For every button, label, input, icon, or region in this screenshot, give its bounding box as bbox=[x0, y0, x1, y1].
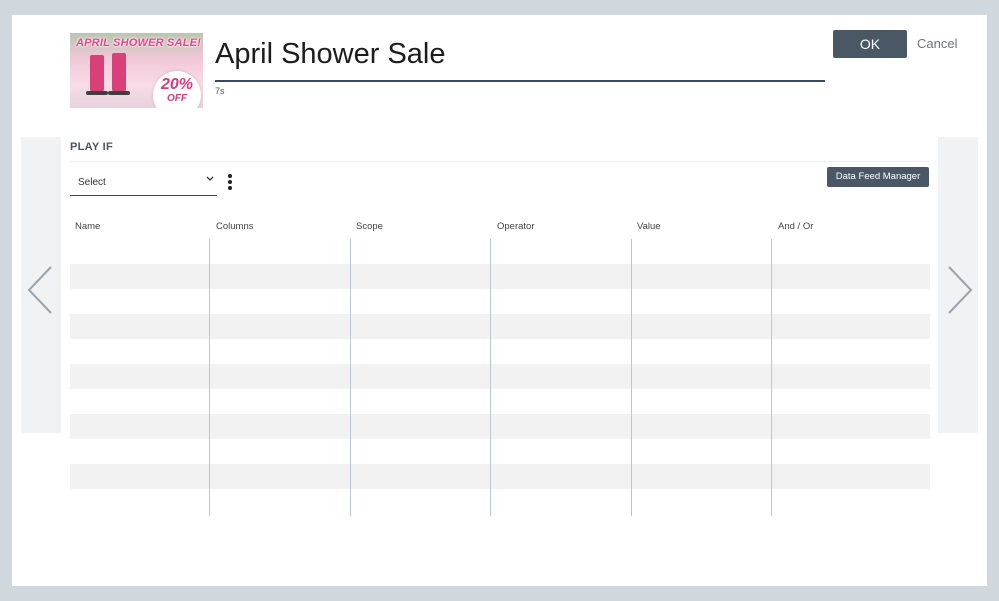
table-row bbox=[70, 339, 930, 364]
discount-badge: 20% OFF bbox=[153, 71, 201, 108]
kebab-menu-icon[interactable] bbox=[225, 174, 235, 190]
condition-select[interactable]: Select bbox=[70, 171, 217, 196]
select-value: Select bbox=[78, 177, 106, 188]
table-row bbox=[70, 364, 930, 389]
column-header-and-or: And / Or bbox=[778, 221, 814, 232]
table-row bbox=[70, 264, 930, 289]
table-row bbox=[70, 464, 930, 489]
divider bbox=[70, 161, 930, 162]
ok-button[interactable]: OK bbox=[833, 30, 907, 58]
column-divider bbox=[490, 239, 491, 516]
chevron-down-icon bbox=[206, 176, 214, 181]
campaign-thumbnail: APRIL SHOWER SALE! 20% OFF bbox=[70, 33, 203, 108]
column-header-name: Name bbox=[75, 221, 101, 232]
play-if-heading: PLAY IF bbox=[70, 141, 114, 153]
column-divider bbox=[631, 239, 632, 516]
column-header-columns: Columns bbox=[216, 221, 254, 232]
data-feed-manager-button[interactable]: Data Feed Manager bbox=[827, 167, 929, 187]
column-divider bbox=[209, 239, 210, 516]
discount-percent: 20% bbox=[160, 76, 194, 93]
cancel-button[interactable]: Cancel bbox=[917, 36, 957, 51]
column-header-operator: Operator bbox=[497, 221, 535, 232]
discount-suffix: OFF bbox=[167, 93, 187, 104]
rules-table: Name Columns Scope Operator Value And / … bbox=[70, 215, 930, 516]
table-row bbox=[70, 439, 930, 464]
duration-label: 7s bbox=[215, 86, 225, 96]
table-row bbox=[70, 289, 930, 314]
chevron-right-icon[interactable] bbox=[946, 265, 974, 315]
next-panel bbox=[938, 137, 978, 433]
chevron-left-icon[interactable] bbox=[26, 265, 54, 315]
table-row bbox=[70, 489, 930, 514]
column-header-value: Value bbox=[637, 221, 661, 232]
boot-graphic bbox=[90, 55, 104, 93]
table-row bbox=[70, 239, 930, 264]
title-input[interactable]: April Shower Sale bbox=[215, 35, 825, 82]
boot-graphic bbox=[112, 53, 126, 93]
table-row bbox=[70, 389, 930, 414]
column-divider bbox=[771, 239, 772, 516]
boot-sole-graphic bbox=[108, 91, 130, 95]
table-row bbox=[70, 414, 930, 439]
play-rules-dialog: APRIL SHOWER SALE! 20% OFF April Shower … bbox=[12, 15, 987, 586]
previous-panel bbox=[21, 137, 61, 433]
column-divider bbox=[350, 239, 351, 516]
table-row bbox=[70, 314, 930, 339]
column-header-scope: Scope bbox=[356, 221, 383, 232]
boot-sole-graphic bbox=[86, 91, 108, 95]
thumbnail-banner-text: APRIL SHOWER SALE! bbox=[76, 37, 202, 49]
